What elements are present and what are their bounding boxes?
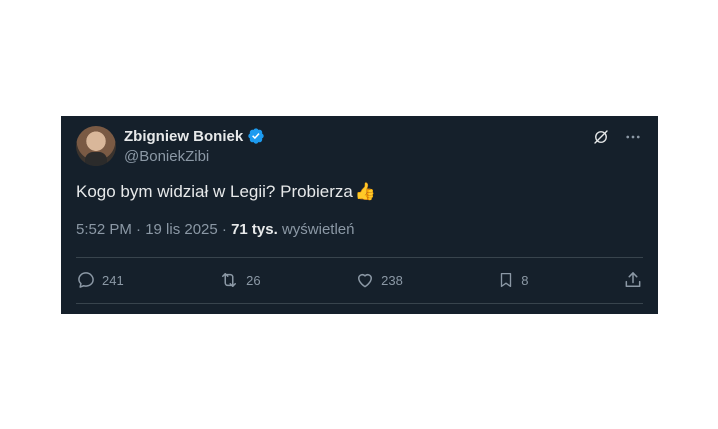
tweet-card: Zbigniew Boniek @BoniekZibi Kogo bym wid… — [61, 116, 658, 314]
author-name-row: Zbigniew Boniek — [124, 127, 265, 145]
share-icon — [623, 270, 643, 290]
verified-badge-icon — [247, 127, 265, 145]
bookmark-count: 8 — [521, 272, 529, 288]
bookmark-icon — [497, 270, 515, 290]
tweet-timestamp[interactable]: 5:52 PM · 19 lis 2025 · — [76, 221, 231, 238]
like-count: 238 — [381, 272, 403, 288]
divider — [76, 303, 643, 304]
views-label: wyświetleń — [281, 221, 355, 238]
author-handle[interactable]: @BoniekZibi — [124, 148, 209, 165]
tweet-top-icons — [592, 128, 642, 146]
reply-button[interactable]: 241 — [76, 270, 124, 290]
thumbs-up-emoji: 👍 — [354, 182, 377, 201]
grok-icon[interactable] — [592, 128, 610, 146]
author-avatar[interactable] — [76, 126, 116, 166]
tweet-actions: 241 26 238 8 — [76, 268, 643, 292]
tweet-text: Kogo bym widział w Legii? Probierza 👍 — [76, 182, 376, 202]
more-options-icon[interactable] — [624, 128, 642, 146]
heart-icon — [355, 270, 375, 290]
share-button[interactable] — [623, 270, 643, 290]
views-count: 71 tys. — [231, 221, 278, 238]
tweet-body: Kogo bym widział w Legii? Probierza — [76, 182, 353, 201]
repost-button[interactable]: 26 — [218, 270, 261, 290]
reply-icon — [76, 270, 96, 290]
repost-icon — [218, 270, 240, 290]
author-name[interactable]: Zbigniew Boniek — [124, 128, 243, 145]
repost-count: 26 — [246, 272, 261, 288]
bookmark-button[interactable]: 8 — [497, 270, 529, 290]
reply-count: 241 — [102, 272, 124, 288]
like-button[interactable]: 238 — [355, 270, 403, 290]
tweet-meta: 5:52 PM · 19 lis 2025 · 71 tys. wyświetl… — [76, 221, 354, 238]
divider — [76, 257, 643, 258]
